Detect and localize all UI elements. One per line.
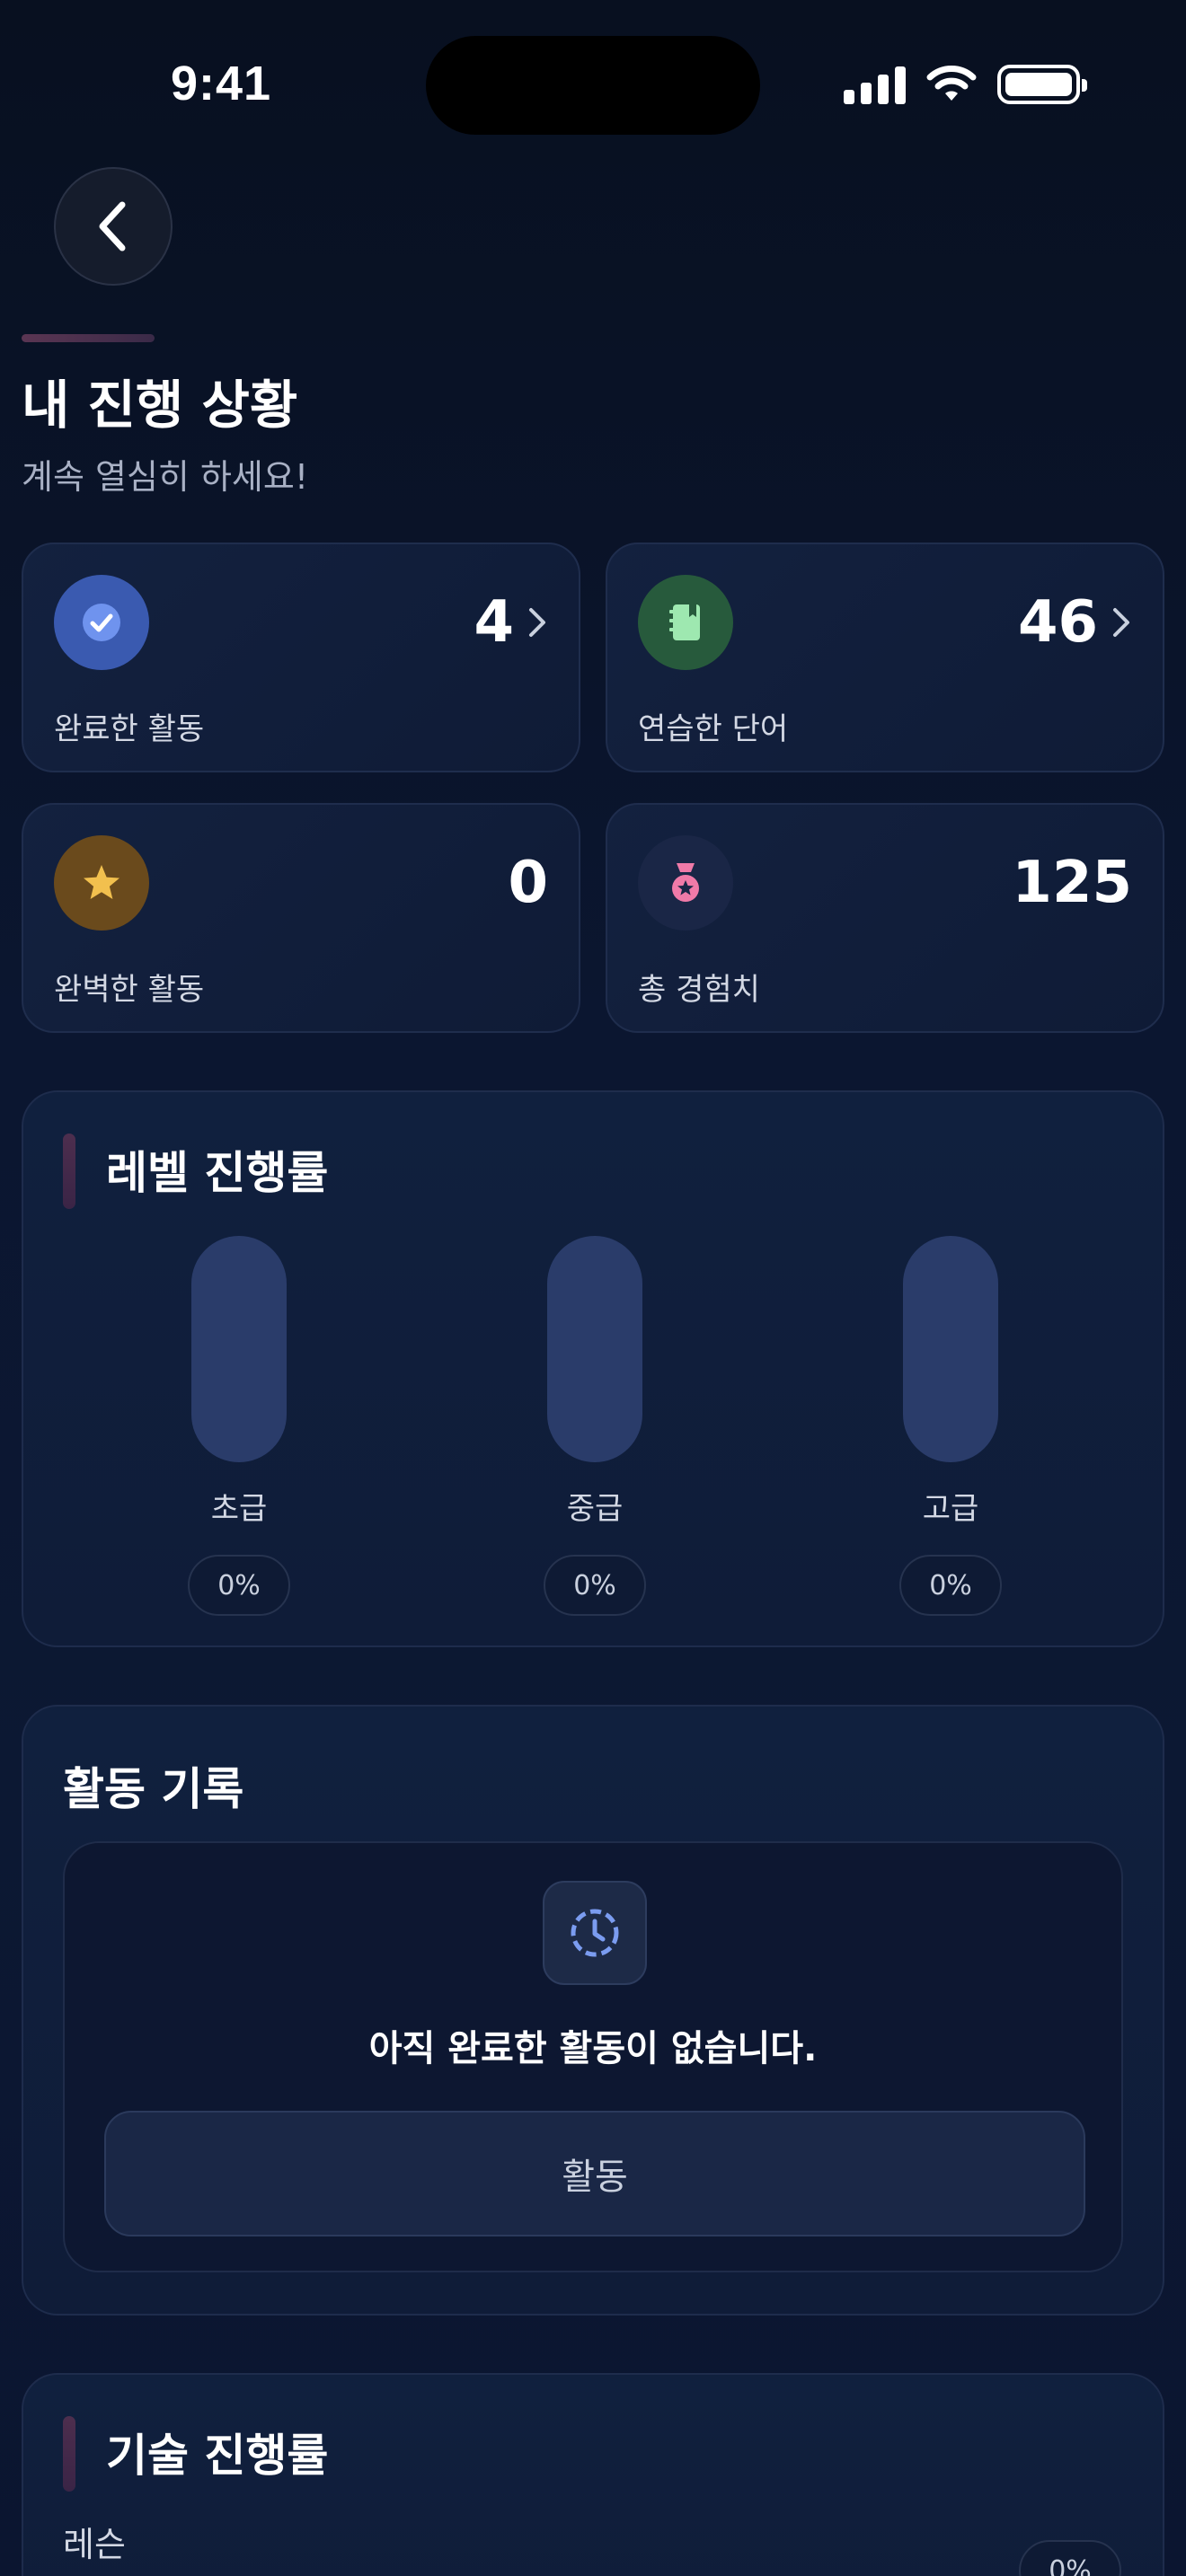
stat-card-perfect-activities: 0 완벽한 활동	[22, 803, 580, 1033]
star-icon	[54, 835, 149, 931]
title-accent-line	[22, 334, 155, 342]
skill-percent-badge: 0%	[1019, 2540, 1121, 2576]
activity-button[interactable]: 활동	[104, 2111, 1085, 2236]
medal-icon	[638, 835, 733, 931]
chevron-left-icon	[99, 201, 126, 251]
stat-value: 125	[1012, 850, 1132, 916]
level-percent-badge: 0%	[899, 1555, 1002, 1616]
stat-card-completed-activities[interactable]: 4 완료한 활동	[22, 543, 580, 772]
stat-card-total-xp: 125 총 경험치	[606, 803, 1164, 1033]
level-advanced: 고급 0%	[861, 1236, 1040, 1616]
back-button[interactable]	[54, 167, 173, 286]
section-title: 활동 기록	[63, 1763, 244, 1815]
level-intermediate: 중급 0%	[505, 1236, 685, 1616]
level-progress-bar	[547, 1236, 642, 1462]
level-percent-badge: 0%	[188, 1555, 290, 1616]
empty-state: 아직 완료한 활동이 없습니다. 활동	[63, 1841, 1123, 2272]
level-name: 초급	[210, 1491, 268, 1527]
level-progress-bar	[191, 1236, 287, 1462]
clock-icon	[543, 1881, 647, 1985]
level-name: 중급	[566, 1491, 624, 1527]
stat-label: 총 경험치	[638, 972, 760, 1008]
status-bar: 9:41	[0, 0, 1186, 180]
section-accent-bar	[63, 2416, 75, 2492]
stat-card-practiced-words[interactable]: 46 연습한 단어	[606, 543, 1164, 772]
stat-label: 완벽한 활동	[54, 972, 205, 1008]
chevron-right-icon	[529, 608, 545, 637]
stat-value: 46	[1018, 589, 1132, 656]
stat-value: 4	[474, 589, 548, 656]
battery-icon	[997, 65, 1087, 104]
cellular-signal-icon	[844, 65, 906, 104]
level-percent-badge: 0%	[544, 1555, 646, 1616]
section-title: 기술 진행률	[106, 2430, 329, 2482]
section-title: 레벨 진행률	[106, 1147, 329, 1199]
stat-label: 완료한 활동	[54, 711, 205, 747]
level-progress-bar	[903, 1236, 998, 1462]
progress-screen: 9:41 내 진행 상황 계속 열심히 하세요! 4 완료한 활동 46 연습한…	[0, 0, 1186, 2576]
empty-message: 아직 완료한 활동이 없습니다.	[368, 2028, 818, 2069]
level-name: 고급	[922, 1491, 979, 1527]
status-time: 9:41	[171, 57, 272, 110]
level-progress-panel: 레벨 진행률 초급 0% 중급 0% 고급 0%	[22, 1090, 1164, 1647]
notebook-icon	[638, 575, 733, 670]
chevron-right-icon	[1113, 608, 1129, 637]
skill-label: 레슨	[63, 2525, 126, 2564]
level-beginner: 초급 0%	[149, 1236, 329, 1616]
status-icons	[844, 65, 1087, 104]
activity-log-panel: 활동 기록 아직 완료한 활동이 없습니다. 활동	[22, 1705, 1164, 2316]
stat-value: 0	[508, 850, 548, 916]
stat-label: 연습한 단어	[638, 711, 789, 747]
wifi-icon	[926, 66, 977, 101]
page-title: 내 진행 상황	[22, 375, 298, 436]
section-accent-bar	[63, 1134, 75, 1209]
check-circle-icon	[54, 575, 149, 670]
dynamic-island	[426, 36, 760, 135]
page-subtitle: 계속 열심히 하세요!	[22, 457, 309, 497]
skill-progress-panel: 기술 진행률 레슨 0%	[22, 2373, 1164, 2576]
